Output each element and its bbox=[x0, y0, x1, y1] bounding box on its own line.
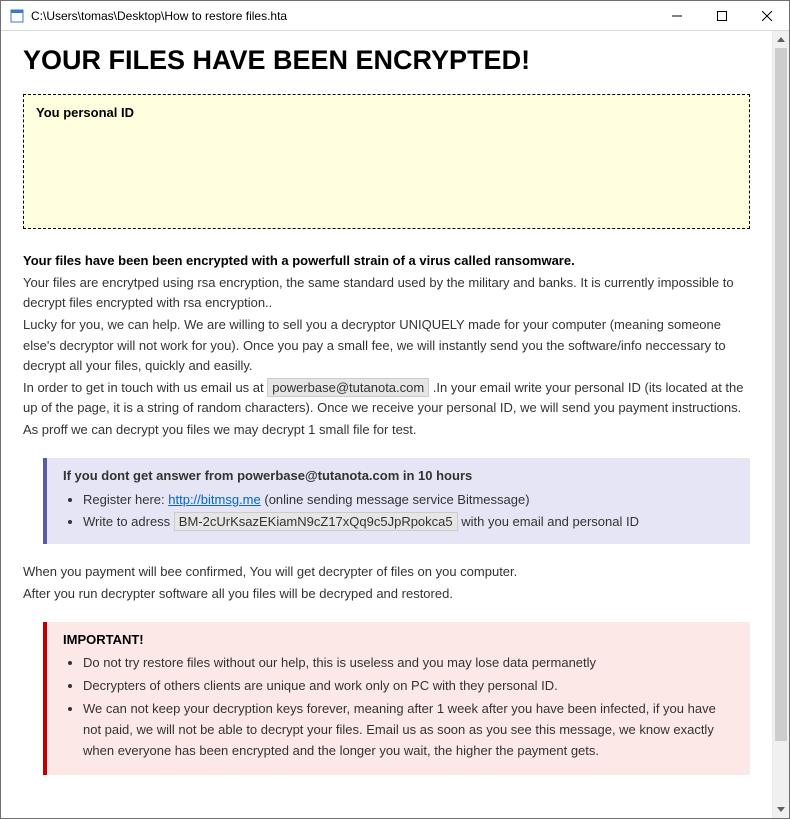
write-suffix: with you email and personal ID bbox=[458, 514, 639, 529]
after-payment-2: After you run decrypter software all you… bbox=[23, 584, 750, 604]
maximize-button[interactable] bbox=[699, 1, 744, 31]
paragraph-3: In order to get in touch with us email u… bbox=[23, 378, 750, 418]
list-item: Register here: http://bitmsg.me (online … bbox=[83, 489, 736, 510]
no-answer-box: If you dont get answer from powerbase@tu… bbox=[43, 458, 750, 544]
scroll-down-arrow[interactable] bbox=[773, 801, 789, 818]
hta-window: C:\Users\tomas\Desktop\How to restore fi… bbox=[0, 0, 790, 819]
no-answer-list: Register here: http://bitmsg.me (online … bbox=[63, 489, 736, 532]
primary-email: powerbase@tutanota.com bbox=[267, 378, 429, 397]
personal-id-box: You personal ID bbox=[23, 94, 750, 229]
bitmsg-link[interactable]: http://bitmsg.me bbox=[168, 492, 260, 507]
paragraph-4: As proff we can decrypt you files we may… bbox=[23, 420, 750, 440]
para3-a: In order to get in touch with us email u… bbox=[23, 380, 267, 395]
minimize-button[interactable] bbox=[654, 1, 699, 31]
intro-bold: Your files have been been encrypted with… bbox=[23, 251, 750, 271]
scroll-track[interactable] bbox=[773, 48, 789, 801]
list-item: Decrypters of others clients are unique … bbox=[83, 676, 736, 697]
list-item: Do not try restore files without our hel… bbox=[83, 653, 736, 674]
page-title: YOUR FILES HAVE BEEN ENCRYPTED! bbox=[23, 45, 750, 76]
important-list: Do not try restore files without our hel… bbox=[63, 653, 736, 761]
important-heading: IMPORTANT! bbox=[63, 632, 736, 647]
app-icon bbox=[9, 8, 25, 24]
bitmessage-address: BM-2cUrKsazEKiamN9cZ17xQq9c5JpRpokca5 bbox=[174, 512, 458, 531]
vertical-scrollbar[interactable] bbox=[772, 31, 789, 818]
scroll-thumb[interactable] bbox=[775, 48, 787, 741]
titlebar[interactable]: C:\Users\tomas\Desktop\How to restore fi… bbox=[1, 1, 789, 31]
window-controls bbox=[654, 1, 789, 31]
write-prefix: Write to adress bbox=[83, 514, 174, 529]
list-item: We can not keep your decryption keys for… bbox=[83, 699, 736, 761]
paragraph-2: Lucky for you, we can help. We are willi… bbox=[23, 315, 750, 375]
page-content: YOUR FILES HAVE BEEN ENCRYPTED! You pers… bbox=[1, 31, 772, 818]
register-prefix: Register here: bbox=[83, 492, 168, 507]
scroll-up-arrow[interactable] bbox=[773, 31, 789, 48]
after-payment-1: When you payment will bee confirmed, You… bbox=[23, 562, 750, 582]
register-suffix: (online sending message service Bitmessa… bbox=[261, 492, 530, 507]
window-title: C:\Users\tomas\Desktop\How to restore fi… bbox=[31, 9, 654, 23]
paragraph-1: Your files are encrytped using rsa encry… bbox=[23, 273, 750, 313]
personal-id-label: You personal ID bbox=[36, 105, 737, 120]
important-box: IMPORTANT! Do not try restore files with… bbox=[43, 622, 750, 775]
list-item: Write to adress BM-2cUrKsazEKiamN9cZ17xQ… bbox=[83, 511, 736, 532]
close-button[interactable] bbox=[744, 1, 789, 31]
no-answer-heading: If you dont get answer from powerbase@tu… bbox=[63, 468, 736, 483]
content-wrap: YOUR FILES HAVE BEEN ENCRYPTED! You pers… bbox=[1, 31, 789, 818]
